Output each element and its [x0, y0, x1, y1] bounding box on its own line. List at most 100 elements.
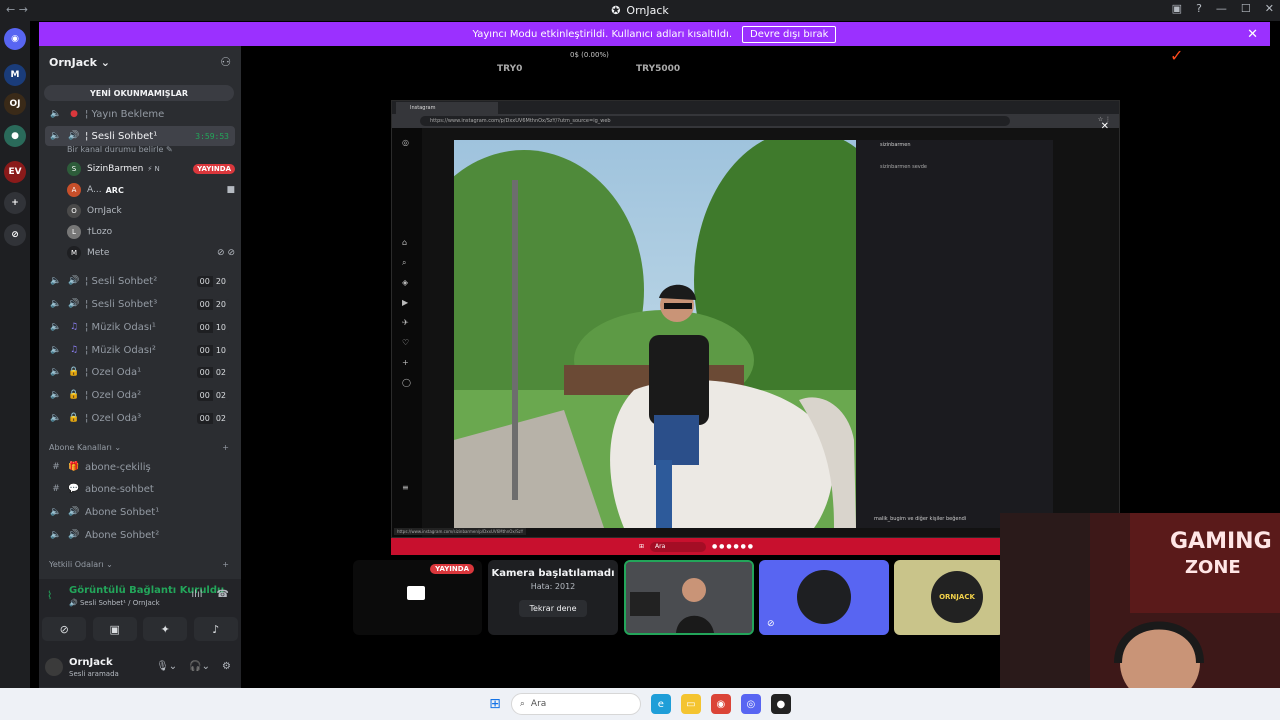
category-yetkili[interactable]: Yetkili Odaları ⌄ +	[49, 560, 229, 569]
post-author[interactable]: sizinbarmen	[880, 142, 911, 148]
banner-close-icon[interactable]: ✕	[1247, 27, 1258, 42]
stream-tile-live[interactable]: YAYINDA	[353, 560, 482, 635]
participant-video-tile[interactable]	[624, 560, 754, 635]
channel-yayin-bekleme[interactable]: 🔈 ● ¦ Yayın Bekleme	[45, 104, 235, 124]
microphone-icon[interactable]: 🎙⌄	[156, 661, 177, 672]
maximize-button[interactable]: ☐	[1241, 2, 1251, 15]
home-icon[interactable]: ⌂	[402, 238, 407, 247]
windows-start-icon[interactable]: ⊞	[489, 696, 501, 712]
muted-icon: ⊘	[767, 619, 775, 629]
instagram-icon[interactable]: ◎	[402, 138, 409, 147]
speaker-icon: 🔊	[68, 276, 80, 286]
channel-ozel-oda-2[interactable]: 🔈 🔒 ¦ Özel Oda² 00 02	[45, 385, 235, 405]
menu-icon[interactable]: ≡	[402, 483, 409, 492]
chrome-icon[interactable]: ◉	[710, 694, 731, 714]
channel-abone-sohbet-2[interactable]: 🔈 🔊 Abone Sohbet²	[45, 525, 235, 545]
user-limit: 00 02	[196, 366, 229, 378]
screen-icon	[407, 586, 425, 600]
speaker-active-icon: 🔊	[68, 131, 80, 141]
speaker-icon: 🔈	[50, 507, 62, 517]
live-badge: YAYINDA	[193, 164, 235, 174]
unread-pill[interactable]: YENİ OKUNMAMIŞLAR	[44, 85, 234, 101]
inbox-icon[interactable]: ▣	[1172, 2, 1182, 15]
channel-muzik-odasi-2[interactable]: 🔈 ♫ ¦ Müzik Odası² 00 10	[45, 340, 235, 360]
profile-icon[interactable]: ◯	[402, 378, 411, 387]
add-channel-icon: +	[222, 443, 229, 452]
status-url: https://www.instagram.com/sizinbarmen/p/…	[394, 528, 527, 535]
close-button[interactable]: ✕	[1265, 2, 1274, 15]
add-server-icon[interactable]: +	[4, 192, 26, 214]
discord-avatar-tile[interactable]: ⊘	[759, 560, 889, 635]
nav-arrows[interactable]: ← →	[6, 3, 28, 16]
screen-share-button[interactable]: ▣	[92, 617, 137, 641]
checkmark-icon: ✓	[1170, 46, 1184, 65]
discord-home-icon[interactable]: ◉	[4, 28, 26, 50]
speaker-icon: 🔊	[68, 507, 80, 517]
server-icon-m[interactable]: M	[4, 64, 26, 86]
speaker-icon: 🔊	[68, 530, 80, 540]
channel-abone-cekilis[interactable]: # 🎁 abone-çekiliş	[45, 457, 235, 477]
minimize-button[interactable]: —	[1216, 2, 1227, 15]
channel-sesli-sohbet-3[interactable]: 🔈 🔊 ¦ Sesli Sohbet³ 00 20	[45, 294, 235, 314]
server-name-button[interactable]: OrnJack ⌄	[49, 56, 110, 69]
ornjack-avatar-tile[interactable]: ORNJACK	[894, 560, 1004, 635]
window-title: ✪ OrnJack	[611, 4, 669, 17]
speaker-icon: 🔈	[50, 367, 62, 377]
channel-sesli-sohbet-1[interactable]: 🔈 🔊 ¦ Sesli Sohbet¹ 3:59:53	[45, 126, 235, 146]
gift-icon: 🎁	[68, 462, 80, 472]
channel-abone-sohbet-1[interactable]: 🔈 🔊 Abone Sohbet¹	[45, 502, 235, 522]
channel-ozel-oda-1[interactable]: 🔈 🔒 ¦ Özel Oda¹ 00 02	[45, 362, 235, 382]
taskbar-search[interactable]: ⌕ Ara	[510, 693, 641, 715]
url-field[interactable]: https://www.instagram.com/p/DxxUV6MthnOx…	[420, 116, 1010, 126]
close-icon[interactable]: ✕	[1101, 121, 1109, 132]
app-icon[interactable]: ●	[770, 694, 791, 714]
server-icon-ev[interactable]: EV	[4, 161, 26, 183]
channel-status-prompt[interactable]: Bir kanal durumu belirle ✎	[67, 145, 173, 154]
soundboard-button[interactable]: ♪	[193, 617, 238, 641]
camera-off-button[interactable]: ⊘	[42, 617, 87, 641]
likes-text[interactable]: malik_bugim ve diğer kişiler beğendi	[874, 516, 966, 522]
retry-button[interactable]: Tekrar dene	[519, 600, 587, 617]
channel-sesli-sohbet-2[interactable]: 🔈 🔊 ¦ Sesli Sohbet² 00 20	[45, 271, 235, 291]
headphones-icon[interactable]: 🎧⌄	[189, 661, 210, 672]
reels-icon[interactable]: ▶	[402, 298, 408, 307]
banner-text: Yayıncı Modu etkinleştirildi. Kullanıcı …	[472, 28, 733, 40]
voice-user-mete[interactable]: M Mete ⊘ ⊘	[67, 243, 235, 263]
post-photo[interactable]	[454, 140, 856, 528]
create-icon[interactable]: +	[402, 358, 409, 367]
explore-icon[interactable]: ◈	[402, 278, 408, 287]
disconnect-icon[interactable]: ☎	[217, 589, 229, 600]
search-icon[interactable]: ⌕	[402, 258, 406, 268]
noise-icon[interactable]: ılıl	[191, 589, 202, 600]
disable-button[interactable]: Devre dışı bırak	[742, 25, 837, 43]
voice-user-lozo[interactable]: L †Lozo	[67, 222, 235, 242]
speaker-icon: 🔈	[50, 345, 62, 355]
voice-user-a[interactable]: A A... ARC ■	[67, 180, 235, 200]
server-icon-globe[interactable]: ●	[4, 125, 26, 147]
hud-right: TRY5000	[636, 64, 681, 74]
edge-icon[interactable]: e	[650, 694, 671, 714]
heart-icon[interactable]: ♡	[402, 338, 409, 347]
user-limit: 00 02	[196, 412, 229, 424]
explore-icon[interactable]: ⊘	[4, 224, 26, 246]
channel-abone-sohbet[interactable]: # 💬 abone-sohbet	[45, 479, 235, 499]
help-icon[interactable]: ?	[1196, 2, 1202, 15]
settings-icon[interactable]: ⚙	[222, 661, 231, 672]
invite-icon[interactable]: ⚇	[220, 55, 231, 69]
category-abone[interactable]: Abone Kanalları ⌄ +	[49, 443, 229, 452]
red-dot-icon: ●	[70, 109, 78, 119]
browser-tab[interactable]: Instagram	[396, 102, 498, 114]
channel-ozel-oda-3[interactable]: 🔈 🔒 ¦ Özel Oda³ 00 02	[45, 408, 235, 428]
muted-icon: ⊘ ⊘	[217, 248, 235, 258]
server-icon-ornjack[interactable]: OJ	[4, 93, 26, 115]
discord-icon[interactable]: ◎	[740, 694, 761, 714]
signal-icon[interactable]: ⌇	[47, 589, 52, 602]
channel-muzik-odasi-1[interactable]: 🔈 ♫ ¦ Müzik Odası¹ 00 10	[45, 317, 235, 337]
activities-button[interactable]: ✦	[143, 617, 188, 641]
avatar: A	[67, 183, 81, 197]
folder-icon[interactable]: ▭	[680, 694, 701, 714]
voice-user-sizinbarmen[interactable]: S SizinBarmen ⚡ N YAYINDA	[67, 159, 235, 179]
voice-user-ornjack[interactable]: O OrnJack	[67, 201, 235, 221]
avatar[interactable]	[45, 658, 63, 676]
messages-icon[interactable]: ✈	[402, 318, 409, 327]
